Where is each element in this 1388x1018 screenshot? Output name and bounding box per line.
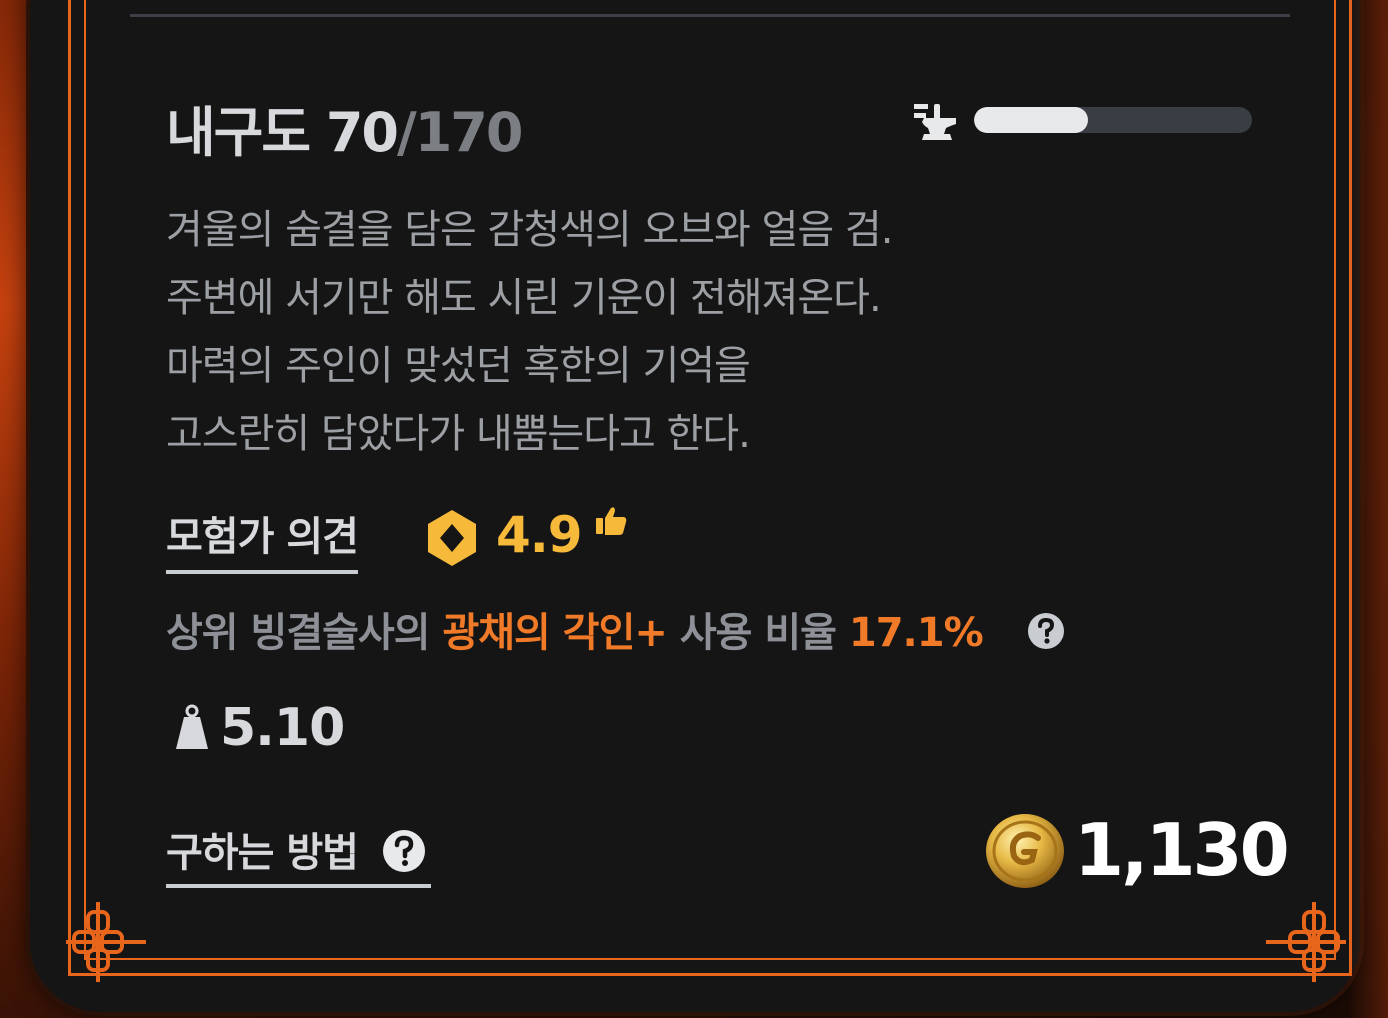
thumbs-up-icon bbox=[596, 507, 627, 535]
durability-max: /170 bbox=[397, 101, 523, 164]
description-line: 겨울의 숨결을 담은 감청색의 오브와 얼음 검. bbox=[166, 207, 893, 253]
price-value: 1,130 bbox=[1074, 808, 1290, 892]
item-description: 겨울의 숨결을 담은 감청색의 오브와 얼음 검. 주변에 서기만 해도 시린 … bbox=[166, 196, 1166, 468]
weight-icon bbox=[176, 704, 208, 749]
adventurer-review-link[interactable]: 모험가 의견 bbox=[166, 504, 359, 574]
durability-title: 내구도 70/170 bbox=[166, 88, 523, 167]
how-to-obtain-label: 구하는 방법 bbox=[166, 830, 359, 876]
anvil-icon bbox=[914, 104, 956, 140]
how-to-obtain-link[interactable]: 구하는 방법 bbox=[166, 820, 431, 888]
engraving-name: 광채의 각인+ bbox=[442, 610, 667, 656]
durability-label: 내구도 bbox=[166, 101, 311, 164]
adventurer-review-row: 모험가 의견 4.9 bbox=[166, 500, 666, 574]
usage-middle: 사용 비율 bbox=[666, 610, 849, 656]
knot-ornament-icon bbox=[66, 902, 146, 982]
durability-bar bbox=[974, 107, 1252, 133]
description-line: 마력의 주인이 맞섰던 혹한의 기억을 bbox=[166, 343, 751, 389]
item-tooltip-screen: 내구도 70/170 겨울의 숨결을 담은 감청색의 오브와 얼음 검. 주변에… bbox=[0, 0, 1388, 1018]
rating-badge-icon bbox=[428, 510, 476, 566]
knot-ornament-icon bbox=[1266, 902, 1346, 982]
review-score: 4.9 bbox=[496, 506, 583, 564]
durability-bar-fill bbox=[974, 107, 1088, 133]
engraving-usage-stat: 상위 빙결술사의 광채의 각인+ 사용 비율 17.1% bbox=[166, 600, 1066, 658]
section-divider bbox=[130, 14, 1290, 17]
usage-prefix: 상위 빙결술사의 bbox=[166, 610, 443, 656]
help-icon[interactable] bbox=[1026, 611, 1066, 651]
weight-value: 5.10 bbox=[220, 698, 345, 758]
gold-coin-icon bbox=[986, 814, 1064, 888]
description-line: 고스란히 담았다가 내뿜는다고 한다. bbox=[166, 411, 751, 457]
usage-percent: 17.1% bbox=[848, 610, 984, 656]
help-icon[interactable] bbox=[381, 828, 427, 874]
durability-current: 70 bbox=[325, 101, 399, 164]
item-weight: 5.10 bbox=[172, 698, 345, 758]
description-line: 주변에 서기만 해도 시린 기운이 전해져온다. bbox=[166, 275, 882, 321]
